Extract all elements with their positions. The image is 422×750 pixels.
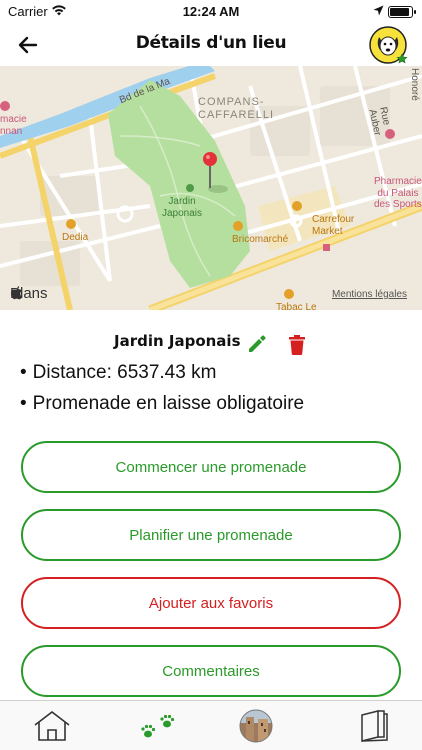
map-label-tabac: Tabac Le bbox=[276, 302, 317, 310]
place-header: Jardin Japonais bbox=[0, 330, 422, 360]
map-label-district: COMPANS- CAFFARELLI bbox=[198, 96, 275, 121]
legal-notice-link[interactable]: Mentions légales bbox=[332, 289, 407, 300]
rule-text: Promenade en laisse obligatoire bbox=[32, 393, 305, 414]
edit-pencil-icon[interactable] bbox=[246, 333, 268, 355]
comments-button[interactable]: Commentaires bbox=[21, 645, 401, 697]
map-label-dedia: Dedia bbox=[62, 232, 89, 243]
map-label-carrefour: Carrefour Market bbox=[312, 214, 355, 237]
home-icon[interactable] bbox=[32, 709, 72, 743]
delete-trash-icon[interactable] bbox=[287, 333, 307, 357]
map-label-bricomarche: Bricomarché bbox=[232, 234, 289, 245]
distance-item: • Distance: 6537.43 km bbox=[20, 362, 217, 383]
navigation-bar: Détails d'un lieu bbox=[0, 24, 422, 66]
place-name: Jardin Japonais bbox=[114, 332, 241, 350]
paw-prints-icon[interactable] bbox=[139, 709, 179, 743]
add-favorite-button[interactable]: Ajouter aux favoris bbox=[21, 577, 401, 629]
map-label-honore: Honoré bbox=[409, 68, 420, 101]
apple-logo-icon bbox=[10, 286, 22, 300]
city-photo-avatar-icon[interactable] bbox=[236, 709, 276, 743]
map-label-pharmacie-left: macie nnan bbox=[0, 114, 27, 137]
status-bar: Carrier 12:24 AM bbox=[0, 0, 422, 24]
rule-item: • Promenade en laisse obligatoire bbox=[20, 393, 305, 414]
plan-walk-button[interactable]: Planifier une promenade bbox=[21, 509, 401, 561]
location-arrow-icon bbox=[373, 4, 384, 19]
dog-profile-avatar[interactable] bbox=[368, 24, 410, 66]
maps-attribution: Plans bbox=[10, 285, 48, 302]
clock: 12:24 AM bbox=[182, 4, 240, 19]
map-label-pharmacie-right: Pharmacie du Palais des Sports bbox=[374, 176, 422, 210]
map-label-park: Jardin Japonais bbox=[162, 196, 203, 219]
distance-text: Distance: 6537.43 km bbox=[32, 362, 217, 383]
start-walk-button[interactable]: Commencer une promenade bbox=[21, 441, 401, 493]
battery-icon bbox=[388, 6, 416, 18]
tab-bar bbox=[0, 700, 422, 750]
book-icon[interactable] bbox=[354, 709, 394, 743]
map-view[interactable]: COMPANS- CAFFARELLI Jardin Japonais Dedi… bbox=[0, 66, 422, 310]
page-title: Détails d'un lieu bbox=[135, 33, 287, 53]
